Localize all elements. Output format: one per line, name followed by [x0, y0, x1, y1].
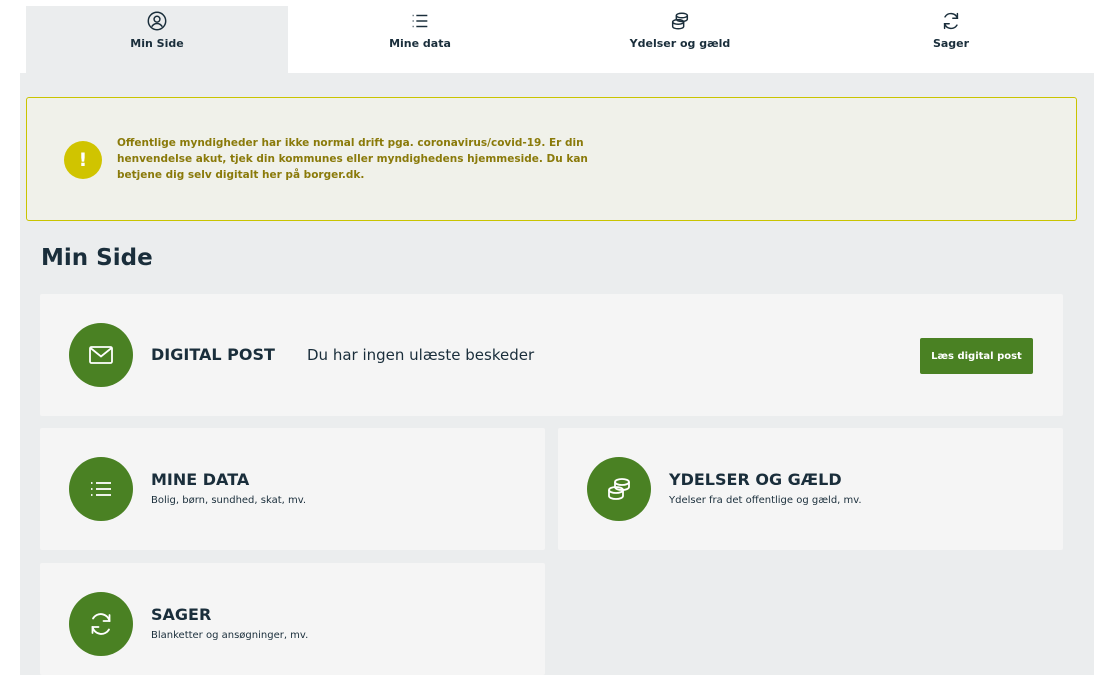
tab-sager[interactable]: Sager	[808, 6, 1094, 73]
page: Min Side Mine data Ydelser og gæld Sager…	[0, 0, 1094, 675]
refresh-icon	[943, 12, 959, 30]
covid-alert: ! Offentlige myndigheder har ikke normal…	[26, 97, 1077, 221]
tab-mine-data[interactable]: Mine data	[288, 6, 552, 73]
read-digital-post-button[interactable]: Læs digital post	[920, 338, 1033, 374]
digital-post-card[interactable]: DIGITAL POST Du har ingen ulæste beskede…	[40, 294, 1063, 416]
list-icon	[412, 14, 428, 28]
sager-card[interactable]: SAGER Blanketter og ansøgninger, mv.	[40, 563, 545, 675]
exclamation-icon: !	[64, 141, 102, 179]
sager-title: SAGER	[151, 605, 212, 624]
tab-label: Mine data	[389, 37, 451, 50]
envelope-icon	[89, 346, 113, 364]
ydelser-card[interactable]: YDELSER OG GÆLD Ydelser fra det offentli…	[558, 428, 1063, 550]
top-navigation: Min Side Mine data Ydelser og gæld Sager	[26, 6, 1094, 73]
ydelser-desc: Ydelser fra det offentlige og gæld, mv.	[669, 495, 862, 506]
user-icon	[147, 11, 167, 31]
page-title: Min Side	[41, 245, 153, 271]
sager-desc: Blanketter og ansøgninger, mv.	[151, 630, 309, 641]
digital-post-status: Du har ingen ulæste beskeder	[307, 346, 535, 364]
digital-post-icon-circle	[69, 323, 133, 387]
mine-data-title: MINE DATA	[151, 470, 250, 489]
list-icon	[91, 482, 111, 496]
coins-icon	[608, 478, 630, 500]
digital-post-title: DIGITAL POST	[151, 345, 275, 364]
ydelser-title: YDELSER OG GÆLD	[669, 470, 842, 489]
mine-data-desc: Bolig, børn, sundhed, skat, mv.	[151, 495, 307, 506]
mine-data-icon-circle	[69, 457, 133, 521]
tab-ydelser-og-gaeld[interactable]: Ydelser og gæld	[552, 6, 808, 73]
alert-text: Offentlige myndigheder har ikke normal d…	[117, 137, 588, 181]
sager-icon-circle	[69, 592, 133, 656]
tab-label: Sager	[932, 37, 970, 50]
tab-label: Min Side	[130, 37, 184, 50]
ydelser-icon-circle	[587, 457, 651, 521]
mine-data-card[interactable]: MINE DATA Bolig, børn, sundhed, skat, mv…	[40, 428, 545, 550]
main-content: ! Offentlige myndigheder har ikke normal…	[20, 73, 1094, 675]
tab-min-side[interactable]: Min Side	[26, 6, 288, 73]
coins-icon	[671, 12, 689, 30]
refresh-icon	[91, 613, 111, 635]
tab-label: Ydelser og gæld	[629, 37, 731, 50]
